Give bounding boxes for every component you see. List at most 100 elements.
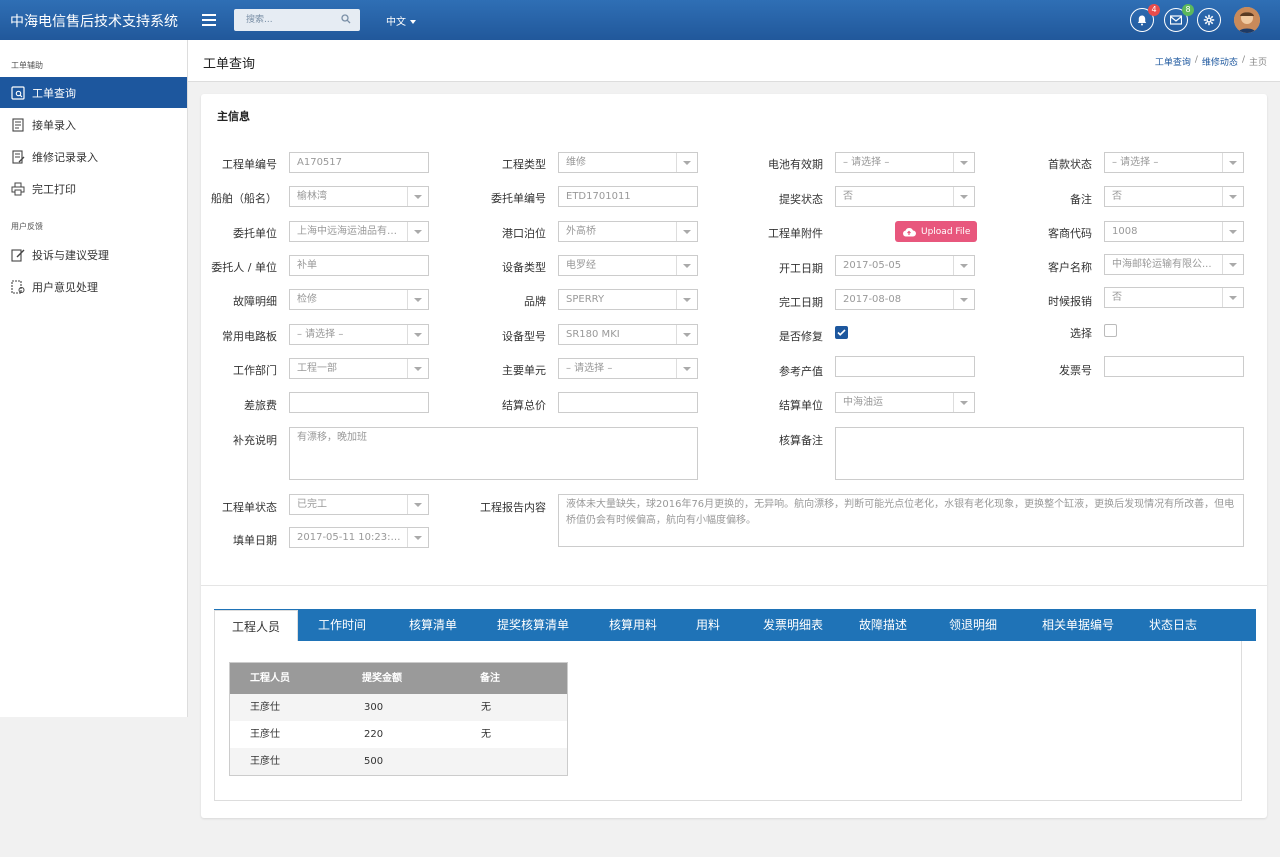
field-label: 委托人 / 单位 <box>211 261 277 274</box>
tab-invoice-details[interactable]: 发票明细表 <box>748 609 838 641</box>
document-icon <box>12 117 24 132</box>
language-selector[interactable]: 中文 <box>386 13 416 28</box>
cell-amount: 220 <box>364 729 384 740</box>
eng-type-select[interactable]: 维修 <box>558 152 698 173</box>
field-label: 结算单位 <box>779 399 823 412</box>
search-box[interactable] <box>234 9 360 31</box>
tab-bonus-accounting[interactable]: 提奖核算清单 <box>488 609 578 641</box>
breadcrumb-separator: / <box>1194 55 1198 65</box>
ref-value-field[interactable] <box>835 356 975 377</box>
device-type-select[interactable]: 电罗经 <box>558 255 698 276</box>
supplement-textarea[interactable]: 有漂移，晚加班 <box>289 427 698 480</box>
field-label: 补充说明 <box>233 434 277 447</box>
vendor-code-select[interactable]: 1008 <box>1104 221 1244 242</box>
field-label: 是否修复 <box>779 330 823 343</box>
bonus-status-select[interactable]: 否 <box>835 186 975 207</box>
column-header[interactable]: 工程人员 <box>250 663 290 694</box>
client-person-field[interactable]: 补单 <box>289 255 429 276</box>
tab-accounting-list[interactable]: 核算清单 <box>398 609 468 641</box>
sidebar-item-order-entry[interactable]: 接单录入 <box>0 109 187 140</box>
field-label: 工程类型 <box>502 158 546 171</box>
breadcrumb-current: 主页 <box>1248 58 1267 68</box>
delegate-no-field[interactable]: ETD1701011 <box>558 186 698 207</box>
invoice-field[interactable] <box>1104 356 1244 377</box>
tab-related-docs[interactable]: 相关单据编号 <box>1028 609 1128 641</box>
settle-unit-select[interactable]: 中海油运 <box>835 392 975 413</box>
brand-select[interactable]: SPERRY <box>558 289 698 310</box>
app-title: 中海电信售后技术支持系统 <box>10 14 178 30</box>
table-row[interactable]: 王彦仕 300 无 <box>230 694 567 721</box>
user-avatar[interactable] <box>1234 7 1260 33</box>
tab-status-log[interactable]: 状态日志 <box>1138 609 1208 641</box>
main-panel: 主信息 工程单编号 A170517 船舶（船名） 榆林湾 委托单位 上海中远海运… <box>201 94 1267 818</box>
order-no-field[interactable]: A170517 <box>289 152 429 173</box>
field-label: 常用电路板 <box>222 330 277 343</box>
repaired-checkbox[interactable] <box>835 326 848 339</box>
tab-materials[interactable]: 用料 <box>688 609 728 641</box>
upload-file-button[interactable]: Upload File <box>895 221 978 242</box>
circuit-board-select[interactable]: – 请选择 – <box>289 324 429 345</box>
audit-note-textarea[interactable] <box>835 427 1244 480</box>
ship-select[interactable]: 榆林湾 <box>289 186 429 207</box>
tab-work-time[interactable]: 工作时间 <box>307 609 377 641</box>
department-select[interactable]: 工程一部 <box>289 358 429 379</box>
choose-checkbox[interactable] <box>1104 324 1117 337</box>
sidebar-item-label: 用户意见处理 <box>32 280 98 294</box>
envelope-icon <box>1170 15 1182 25</box>
field-label: 工作部门 <box>233 364 277 377</box>
hamburger-menu-icon[interactable] <box>202 14 216 26</box>
port-select[interactable]: 外高桥 <box>558 221 698 242</box>
end-date-select[interactable]: 2017-08-08 <box>835 289 975 310</box>
sidebar-item-print[interactable]: 完工打印 <box>0 173 187 204</box>
model-select[interactable]: SR180 MKI <box>558 324 698 345</box>
customer-select[interactable]: 中海邮轮运输有限公... <box>1104 254 1244 275</box>
timely-select[interactable]: 否 <box>1104 287 1244 308</box>
fill-date-select[interactable]: 2017-05-11 10:23:34 <box>289 527 429 548</box>
search-icon[interactable] <box>341 14 351 24</box>
remark-select[interactable]: 否 <box>1104 186 1244 207</box>
field-label: 工程单附件 <box>768 227 823 240</box>
sidebar-item-order-query[interactable]: 工单查询 <box>0 77 187 108</box>
start-date-select[interactable]: 2017-05-05 <box>835 255 975 276</box>
field-label: 备注 <box>1070 193 1092 206</box>
report-textarea[interactable]: 液体未大量缺失，球2016年76月更换的，无异响。航向漂移，判断可能光点位老化，… <box>558 494 1244 547</box>
battery-select[interactable]: – 请选择 – <box>835 152 975 173</box>
sidebar-item-repair-record[interactable]: 维修记录录入 <box>0 141 187 172</box>
messages-button[interactable]: 8 <box>1164 4 1194 32</box>
field-label: 选择 <box>1070 327 1092 340</box>
travel-fee-field[interactable] <box>289 392 429 413</box>
table-row[interactable]: 王彦仕 220 无 <box>230 721 567 748</box>
field-label: 工程单状态 <box>222 501 277 514</box>
page-title: 工单查询 <box>203 57 256 72</box>
notification-badge: 4 <box>1148 4 1160 16</box>
tab-return-details[interactable]: 领退明细 <box>938 609 1008 641</box>
payment-status-select[interactable]: – 请选择 – <box>1104 152 1244 173</box>
table-row[interactable]: 王彦仕 500 <box>230 748 567 775</box>
fault-select[interactable]: 检修 <box>289 289 429 310</box>
tab-engineers[interactable]: 工程人员 <box>214 610 298 641</box>
settings-button[interactable] <box>1197 8 1221 32</box>
notification-button[interactable]: 4 <box>1130 4 1160 32</box>
sidebar-item-complaints[interactable]: 投诉与建议受理 <box>0 239 187 270</box>
cell-amount: 300 <box>364 702 384 713</box>
table-header: 工程人员 提奖金额 备注 <box>230 663 567 694</box>
breadcrumb-link[interactable]: 维修动态 <box>1202 55 1238 68</box>
field-label: 故障明细 <box>233 295 277 308</box>
upload-label: Upload File <box>921 226 971 237</box>
field-label: 客商代码 <box>1048 227 1092 240</box>
column-header[interactable]: 备注 <box>480 663 500 694</box>
sidebar: 工单辅助 工单查询 接单录入 维修记录录入 完工打印 用户反馈 投诉与建议受理 … <box>0 40 188 717</box>
field-label: 品牌 <box>524 295 546 308</box>
main-unit-select[interactable]: – 请选择 – <box>558 358 698 379</box>
tab-accounting-materials[interactable]: 核算用料 <box>598 609 668 641</box>
sidebar-item-feedback[interactable]: 用户意见处理 <box>0 271 187 302</box>
breadcrumb-link[interactable]: 工单查询 <box>1155 55 1191 68</box>
tab-fault-description[interactable]: 故障描述 <box>848 609 918 641</box>
page-header: 工单查询 工单查询 / 维修动态 / 主页 <box>188 40 1280 82</box>
sidebar-item-label: 工单查询 <box>32 86 76 100</box>
client-unit-select[interactable]: 上海中远海运油品有限... <box>289 221 429 242</box>
settle-total-field[interactable] <box>558 392 698 413</box>
field-label: 核算备注 <box>779 434 823 447</box>
order-status-select[interactable]: 已完工 <box>289 494 429 515</box>
column-header[interactable]: 提奖金额 <box>362 663 402 694</box>
